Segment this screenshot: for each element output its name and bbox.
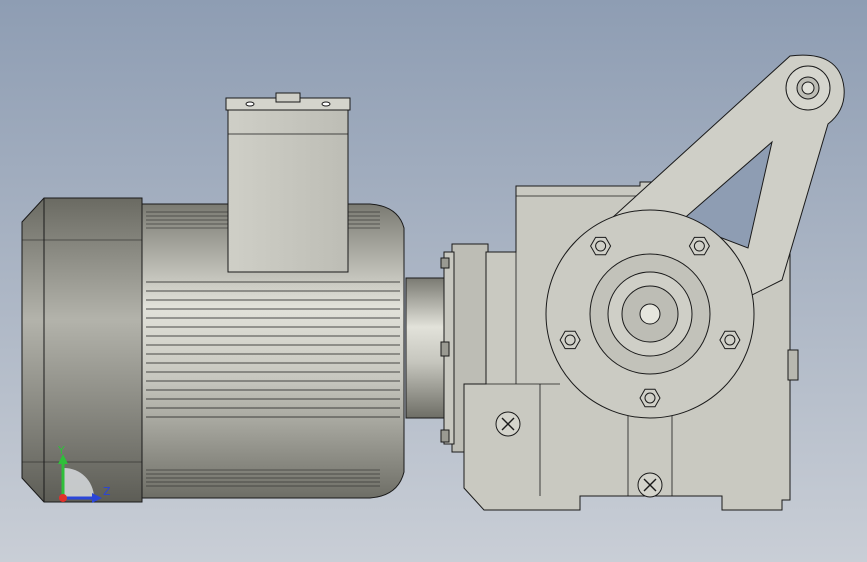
flange-bolt-head bbox=[688, 236, 710, 256]
output-side-plug bbox=[787, 349, 799, 381]
flange-bolt-1 bbox=[440, 257, 450, 269]
terminal-box-cable-gland bbox=[275, 92, 301, 103]
motor-fan-cover bbox=[21, 197, 143, 503]
flange-bolt-head bbox=[639, 388, 661, 408]
terminal-box-body bbox=[227, 99, 349, 273]
lid-screw-left bbox=[245, 101, 255, 107]
cad-viewport[interactable]: Y Z bbox=[0, 0, 867, 562]
torque-arm-bore bbox=[801, 81, 815, 95]
y-axis-label: Y bbox=[57, 444, 65, 457]
flange-bolt-head bbox=[590, 236, 612, 256]
lid-screw-right bbox=[321, 101, 331, 107]
flange-bolt-head bbox=[559, 330, 581, 350]
flange-bolt-2 bbox=[440, 341, 450, 357]
drain-screw-left bbox=[495, 411, 521, 437]
flange-bolt-head bbox=[719, 330, 741, 350]
x-axis-origin bbox=[59, 494, 67, 502]
flange-bolt-3 bbox=[440, 429, 450, 443]
drain-screw-bottom bbox=[637, 472, 663, 498]
output-shaft bbox=[639, 303, 661, 325]
z-axis-label: Z bbox=[103, 485, 111, 498]
terminal-box bbox=[225, 92, 351, 273]
